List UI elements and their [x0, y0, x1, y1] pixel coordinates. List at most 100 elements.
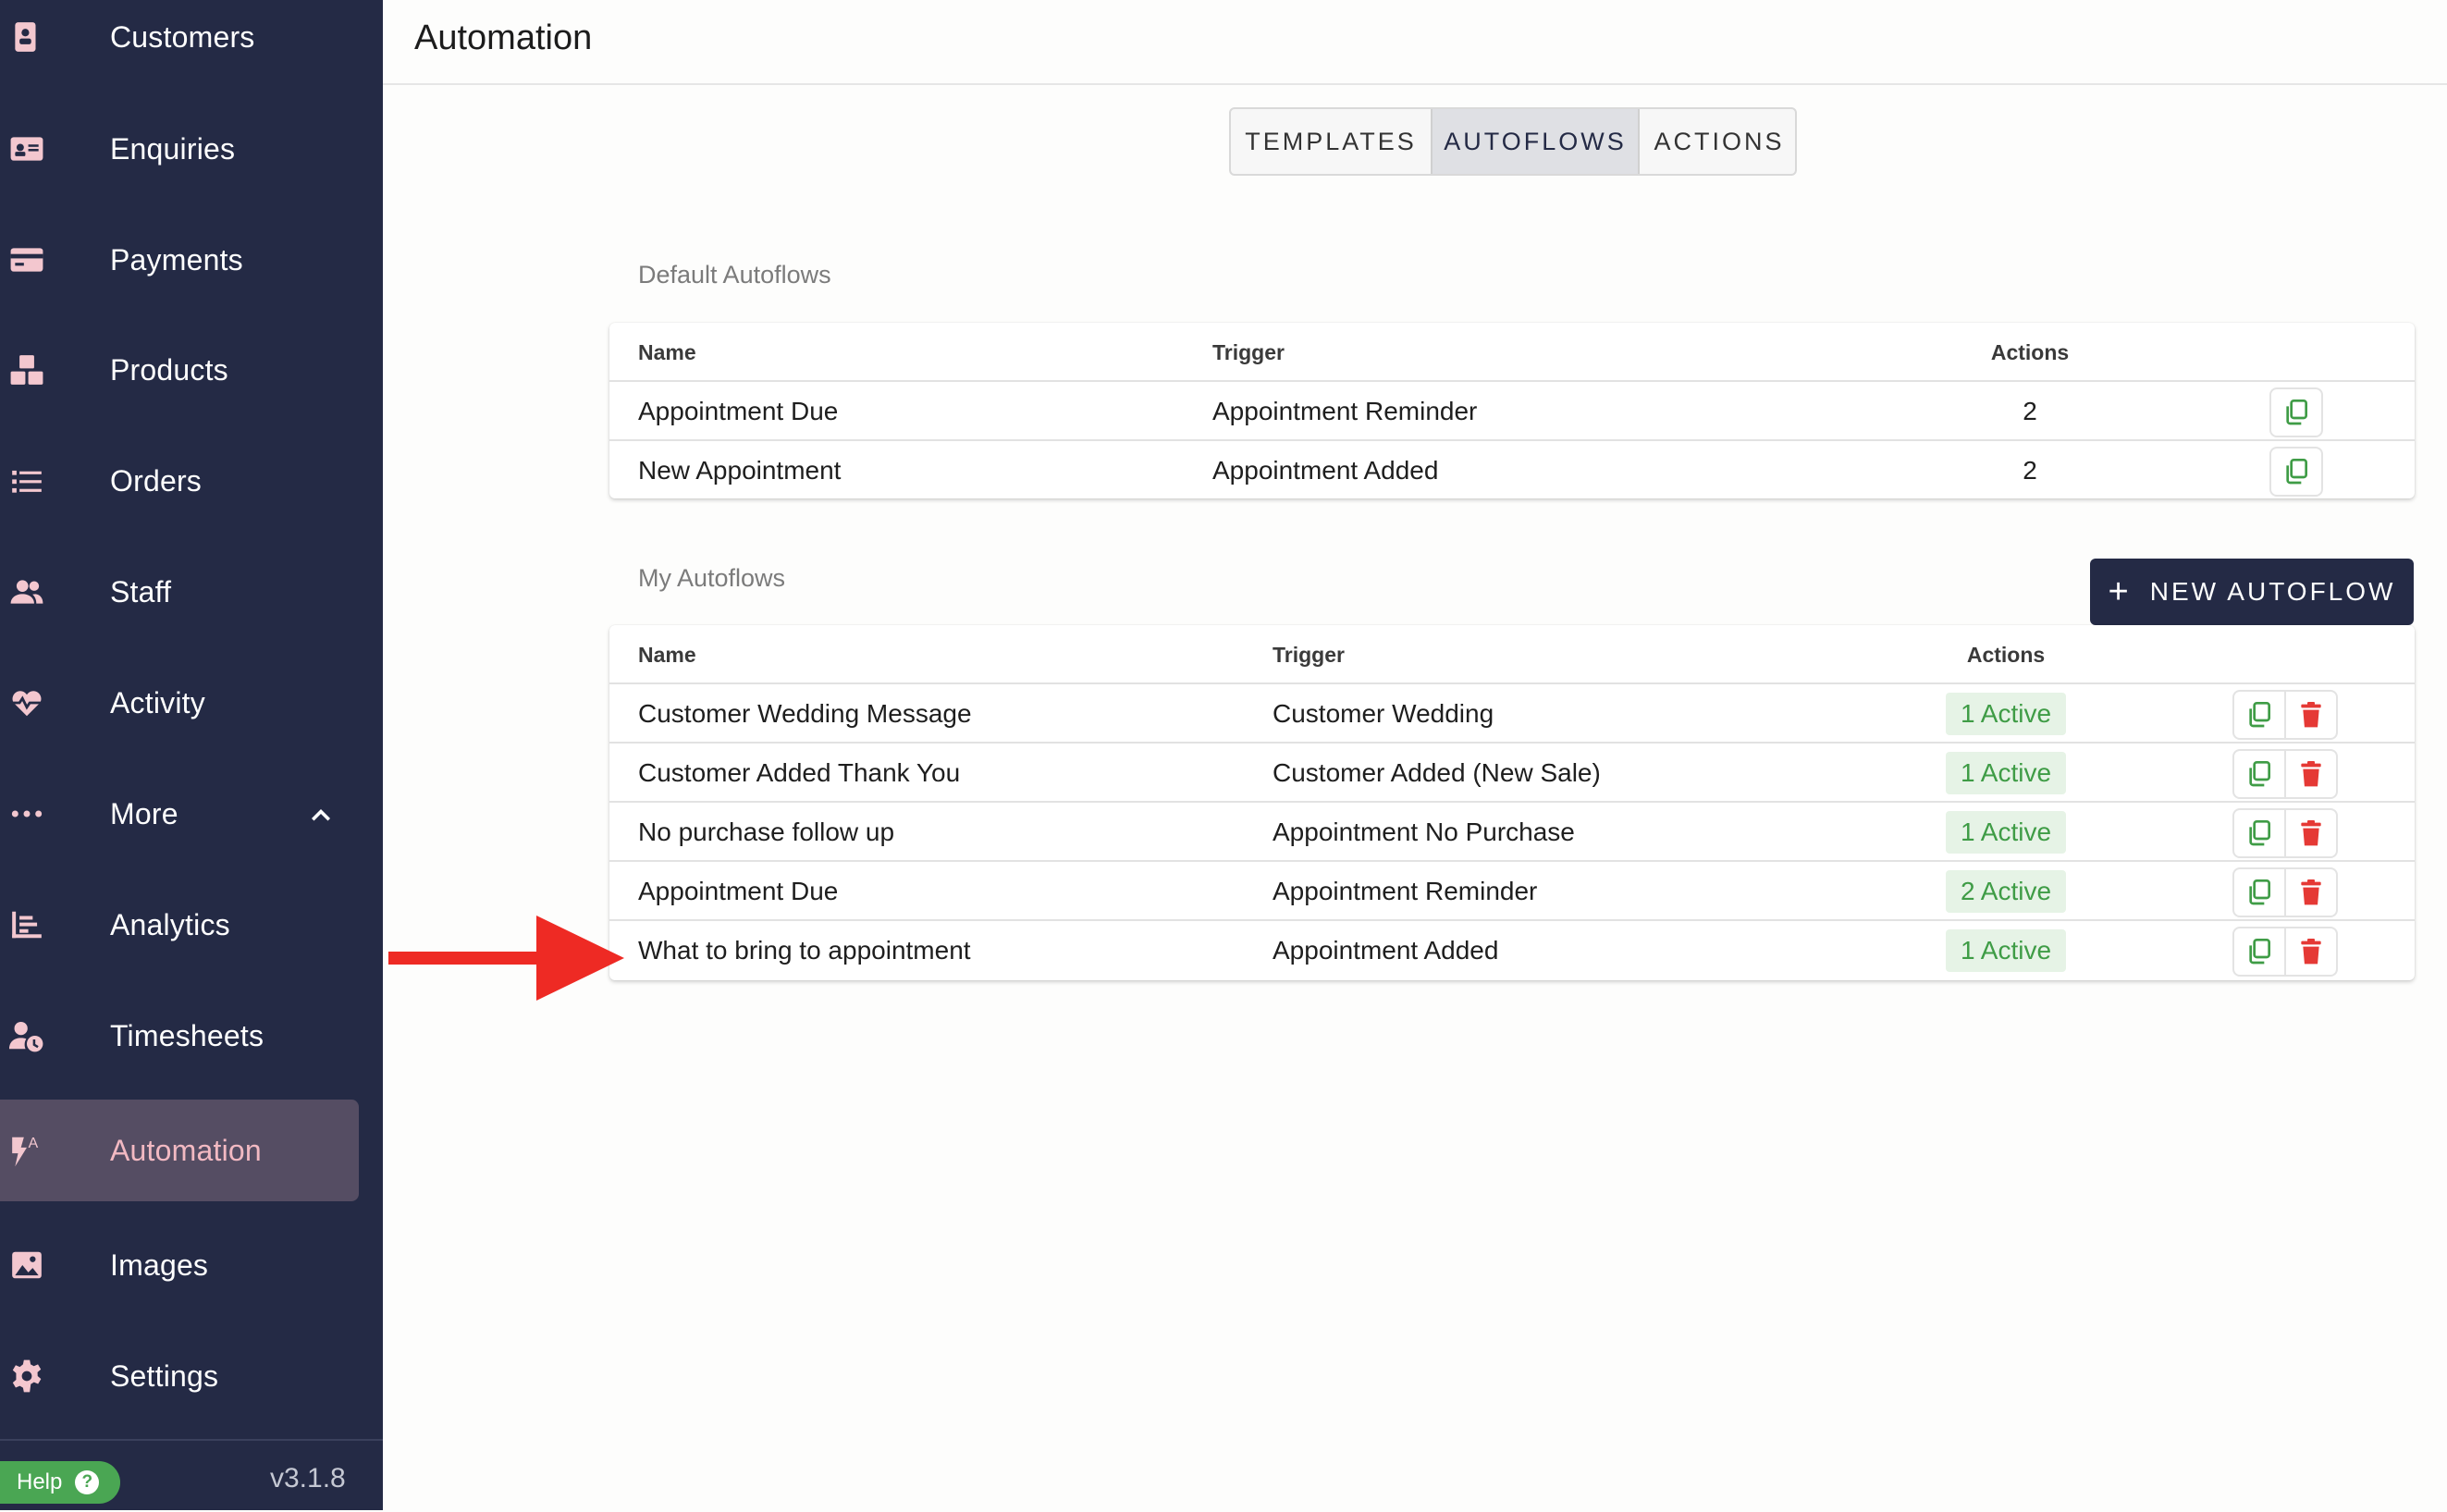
- autoflow-name: Appointment Due: [638, 397, 839, 425]
- sidebar-item-settings[interactable]: Settings: [0, 1325, 359, 1427]
- copy-button[interactable]: [2271, 389, 2321, 436]
- sidebar-item-staff[interactable]: Staff: [0, 541, 359, 643]
- new-autoflow-button[interactable]: + NEW AUTOFLOW: [2090, 559, 2414, 625]
- section-label-my-autoflows: My Autoflows: [638, 564, 786, 592]
- delete-button[interactable]: [2284, 751, 2336, 797]
- heart-pulse-icon: [7, 683, 46, 722]
- dots-icon: [7, 794, 46, 833]
- tab-templates[interactable]: TEMPLATES: [1231, 109, 1431, 174]
- list-icon: [7, 461, 46, 500]
- column-header-name: Name: [638, 339, 696, 364]
- copy-icon: [2249, 820, 2270, 846]
- copy-icon: [2249, 702, 2270, 728]
- copy-icon: [2249, 879, 2270, 905]
- trash-icon: [2301, 702, 2321, 728]
- autoflow-trigger: Customer Added (New Sale): [1273, 758, 1601, 787]
- autoflow-name: Customer Added Thank You: [638, 758, 961, 787]
- sidebar-footer: Help ? v3.1.8: [0, 1439, 383, 1512]
- autoflow-actions-count: 2: [2023, 397, 2037, 425]
- column-header-actions: Actions: [1990, 339, 2070, 364]
- sidebar-item-label: More: [110, 796, 178, 830]
- autoflow-name: Customer Wedding Message: [638, 699, 972, 728]
- sidebar-item-orders[interactable]: Orders: [0, 430, 359, 532]
- table-row[interactable]: Customer Added Thank You Customer Added …: [609, 742, 2415, 803]
- copy-icon: [2286, 459, 2307, 485]
- status-badge: 1 Active: [1945, 929, 2067, 972]
- row-actions: [2232, 690, 2338, 740]
- default-autoflows-table: Name Trigger Actions Appointment Due App…: [609, 323, 2415, 498]
- sidebar-item-label: Activity: [110, 685, 205, 719]
- users-icon: [7, 572, 46, 611]
- sidebar-item-label: Automation: [110, 1133, 262, 1167]
- new-autoflow-label: NEW AUTOFLOW: [2149, 577, 2396, 606]
- table-row[interactable]: Appointment Due Appointment Reminder 2: [609, 380, 2415, 441]
- table-row[interactable]: No purchase follow up Appointment No Pur…: [609, 801, 2415, 862]
- sidebar-item-customers[interactable]: Customers: [0, 0, 359, 88]
- copy-button[interactable]: [2234, 751, 2284, 797]
- delete-button[interactable]: [2284, 692, 2336, 738]
- table-row[interactable]: Customer Wedding Message Customer Weddin…: [609, 682, 2415, 744]
- trash-icon: [2301, 820, 2321, 846]
- row-actions: [2269, 387, 2323, 437]
- sidebar-item-label: Analytics: [110, 907, 230, 941]
- row-actions: [2269, 447, 2323, 497]
- copy-button[interactable]: [2234, 869, 2284, 916]
- copy-icon: [2286, 400, 2307, 425]
- annotation-arrow-icon: [388, 916, 624, 1001]
- sidebar-item-activity[interactable]: Activity: [0, 652, 359, 754]
- sidebar-item-enquiries[interactable]: Enquiries: [0, 98, 359, 200]
- sidebar-item-label: Orders: [110, 463, 202, 498]
- automation-tabs: TEMPLATES AUTOFLOWS ACTIONS: [1229, 107, 1797, 176]
- image-icon: [7, 1246, 46, 1285]
- status-badge: 2 Active: [1945, 870, 2067, 913]
- sidebar-item-images[interactable]: Images: [0, 1214, 359, 1316]
- sidebar-item-more[interactable]: More: [0, 763, 359, 865]
- page-title: Automation: [414, 18, 593, 57]
- autoflow-name: New Appointment: [638, 456, 842, 485]
- copy-button[interactable]: [2234, 692, 2284, 738]
- sidebar-item-analytics[interactable]: Analytics: [0, 874, 359, 976]
- sidebar-item-label: Products: [110, 352, 228, 387]
- autoflow-trigger: Appointment Added: [1273, 936, 1499, 965]
- autoflow-trigger: Appointment Added: [1212, 456, 1439, 485]
- delete-button[interactable]: [2284, 928, 2336, 975]
- credit-card-icon: [7, 240, 46, 279]
- autoflow-trigger: Appointment No Purchase: [1273, 817, 1575, 846]
- sidebar-item-label: Timesheets: [110, 1018, 264, 1052]
- sidebar-item-label: Customers: [110, 19, 255, 54]
- copy-button[interactable]: [2234, 928, 2284, 975]
- table-header-row: Name Trigger Actions: [609, 323, 2415, 382]
- copy-button[interactable]: [2234, 810, 2284, 856]
- question-icon: ?: [75, 1470, 100, 1494]
- svg-text:A: A: [29, 1136, 39, 1151]
- sidebar-item-timesheets[interactable]: Timesheets: [0, 985, 359, 1087]
- autoflow-trigger: Appointment Reminder: [1273, 877, 1538, 905]
- section-label-default-autoflows: Default Autoflows: [638, 261, 831, 289]
- row-actions: [2232, 808, 2338, 858]
- copy-button[interactable]: [2271, 449, 2321, 495]
- table-row[interactable]: What to bring to appointment Appointment…: [609, 919, 2415, 980]
- delete-button[interactable]: [2284, 810, 2336, 856]
- user-clock-icon: [7, 1016, 46, 1055]
- status-badge: 1 Active: [1945, 752, 2067, 794]
- sidebar-item-products[interactable]: Products: [0, 319, 359, 421]
- trash-icon: [2301, 761, 2321, 787]
- autoflow-trigger: Appointment Reminder: [1212, 397, 1478, 425]
- tab-autoflows[interactable]: AUTOFLOWS: [1431, 109, 1640, 174]
- delete-button[interactable]: [2284, 869, 2336, 916]
- column-header-trigger: Trigger: [1212, 339, 1285, 364]
- chevron-up-icon[interactable]: [307, 800, 335, 828]
- copy-icon: [2249, 761, 2270, 787]
- row-actions: [2232, 749, 2338, 799]
- table-row[interactable]: Appointment Due Appointment Reminder 2 A…: [609, 860, 2415, 921]
- help-button[interactable]: Help ?: [0, 1461, 120, 1504]
- help-label: Help: [17, 1469, 63, 1494]
- sidebar-item-automation[interactable]: A Automation: [0, 1100, 359, 1201]
- bolt-a-icon: A: [7, 1131, 46, 1170]
- sidebar-item-payments[interactable]: Payments: [0, 209, 359, 311]
- row-actions: [2232, 927, 2338, 977]
- tab-actions[interactable]: ACTIONS: [1640, 109, 1795, 174]
- table-row[interactable]: New Appointment Appointment Added 2: [609, 439, 2415, 500]
- boxes-icon: [7, 350, 46, 389]
- trash-icon: [2301, 879, 2321, 905]
